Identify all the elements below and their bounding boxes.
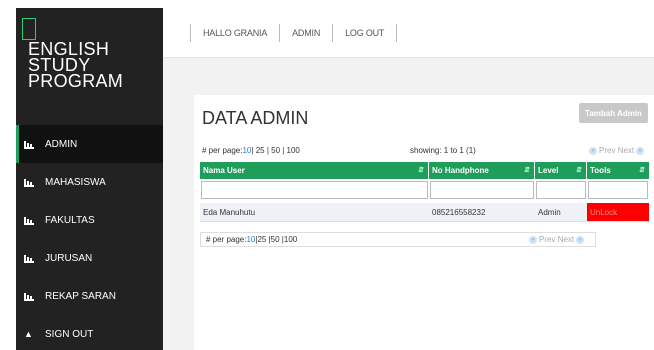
chart-icon bbox=[24, 292, 36, 301]
per-page-options[interactable]: |25 |50 |100 bbox=[255, 235, 297, 244]
sidebar-item-sign-out[interactable]: ▲ SIGN OUT bbox=[16, 315, 163, 350]
cell-level: Admin bbox=[535, 203, 587, 222]
filter-cell bbox=[429, 179, 535, 203]
per-page-option-10[interactable]: 10 bbox=[246, 235, 255, 244]
data-admin-panel: DATA ADMIN Tambah Admin # per page: 10 |… bbox=[194, 95, 654, 350]
brand-title: ENGLISH STUDY PROGRAM bbox=[28, 39, 124, 91]
brand-logo-icon bbox=[22, 18, 36, 40]
sort-icon[interactable]: ⇵ bbox=[524, 166, 530, 174]
filter-cell bbox=[535, 179, 587, 203]
sort-icon[interactable]: ⇵ bbox=[576, 166, 582, 174]
filter-level-input[interactable] bbox=[536, 181, 586, 199]
cell-nama: Eda Manuhutu bbox=[200, 203, 429, 222]
prev-arrow-icon[interactable]: « bbox=[589, 146, 597, 155]
next-arrow-icon[interactable]: » bbox=[636, 146, 645, 155]
sort-icon[interactable]: ⇵ bbox=[639, 166, 645, 174]
chart-icon bbox=[24, 216, 36, 225]
admin-table: Nama User ⇵ No Handphone ⇵ Level ⇵ Tools… bbox=[200, 162, 649, 222]
filter-cell bbox=[200, 179, 429, 203]
unlock-button[interactable]: UnLock bbox=[587, 203, 649, 222]
admin-link[interactable]: ADMIN bbox=[280, 28, 332, 38]
sidebar-item-jurusan[interactable]: JURUSAN bbox=[16, 239, 163, 277]
sidebar-menu: ADMIN MAHASISWA FAKULTAS JURUSAN REKAP S… bbox=[16, 125, 163, 350]
chart-icon bbox=[24, 178, 36, 187]
greeting-link[interactable]: HALLO GRANIA bbox=[191, 28, 279, 38]
sidebar: ENGLISH STUDY PROGRAM ADMIN MAHASISWA FA… bbox=[16, 8, 163, 350]
per-page-option-10[interactable]: 10 bbox=[242, 146, 251, 155]
table-row: Eda Manuhutu 085216558232 Admin UnLock bbox=[200, 203, 649, 222]
column-header-hp[interactable]: No Handphone ⇵ bbox=[429, 162, 535, 179]
per-page-options[interactable]: | 25 | 50 | 100 bbox=[251, 146, 300, 155]
sidebar-item-label: SIGN OUT bbox=[45, 328, 94, 340]
next-link[interactable]: Next bbox=[618, 146, 634, 155]
prev-arrow-icon[interactable]: « bbox=[529, 235, 537, 244]
cell-hp: 085216558232 bbox=[429, 203, 535, 222]
filter-hp-input[interactable] bbox=[430, 181, 534, 199]
prev-link[interactable]: Prev bbox=[539, 235, 555, 244]
filter-row bbox=[200, 179, 649, 203]
chart-icon bbox=[24, 140, 36, 149]
sidebar-item-rekap-saran[interactable]: REKAP SARAN bbox=[16, 277, 163, 315]
chart-icon bbox=[24, 254, 36, 263]
prev-link[interactable]: Prev bbox=[599, 146, 615, 155]
top-header: HALLO GRANIA ADMIN LOG OUT bbox=[163, 8, 654, 58]
column-label: Nama User bbox=[203, 166, 245, 175]
sidebar-item-label: REKAP SARAN bbox=[45, 290, 116, 302]
showing-count: showing: 1 to 1 (1) bbox=[410, 146, 476, 155]
per-page-bottom: # per page: 10 |25 |50 |100 bbox=[206, 235, 297, 244]
pager-bottom: « Prev Next » bbox=[527, 235, 586, 244]
per-page-top: # per page: 10 | 25 | 50 | 100 bbox=[202, 146, 300, 155]
sidebar-item-mahasiswa[interactable]: MAHASISWA bbox=[16, 163, 163, 201]
column-label: No Handphone bbox=[432, 166, 489, 175]
top-nav: HALLO GRANIA ADMIN LOG OUT bbox=[190, 24, 398, 42]
sidebar-item-fakultas[interactable]: FAKULTAS bbox=[16, 201, 163, 239]
per-page-label: # per page: bbox=[202, 146, 243, 155]
sidebar-item-label: MAHASISWA bbox=[45, 176, 106, 188]
filter-tools-input[interactable] bbox=[588, 181, 648, 199]
column-header-level[interactable]: Level ⇵ bbox=[535, 162, 587, 179]
brand: ENGLISH STUDY PROGRAM bbox=[16, 8, 163, 120]
sidebar-item-label: FAKULTAS bbox=[45, 214, 95, 226]
next-arrow-icon[interactable]: » bbox=[576, 235, 585, 244]
sidebar-item-admin[interactable]: ADMIN bbox=[16, 125, 163, 163]
column-label: Tools bbox=[590, 166, 611, 175]
sort-icon[interactable]: ⇵ bbox=[418, 166, 424, 174]
filter-cell bbox=[587, 179, 649, 203]
next-link[interactable]: Next bbox=[558, 235, 574, 244]
table-header: Nama User ⇵ No Handphone ⇵ Level ⇵ Tools… bbox=[200, 162, 649, 179]
nav-divider bbox=[396, 24, 398, 42]
filter-nama-input[interactable] bbox=[201, 181, 428, 199]
column-header-tools[interactable]: Tools ⇵ bbox=[587, 162, 649, 179]
eject-icon: ▲ bbox=[24, 328, 33, 339]
page-title: DATA ADMIN bbox=[202, 108, 309, 128]
logout-link[interactable]: LOG OUT bbox=[333, 28, 396, 38]
per-page-label: # per page: bbox=[206, 235, 247, 244]
sidebar-item-label: JURUSAN bbox=[45, 252, 93, 264]
column-label: Level bbox=[538, 166, 559, 175]
pager-top: « Prev Next » bbox=[587, 146, 646, 155]
column-header-nama[interactable]: Nama User ⇵ bbox=[200, 162, 429, 179]
sidebar-item-label: ADMIN bbox=[45, 138, 78, 150]
add-admin-button[interactable]: Tambah Admin bbox=[579, 103, 648, 123]
